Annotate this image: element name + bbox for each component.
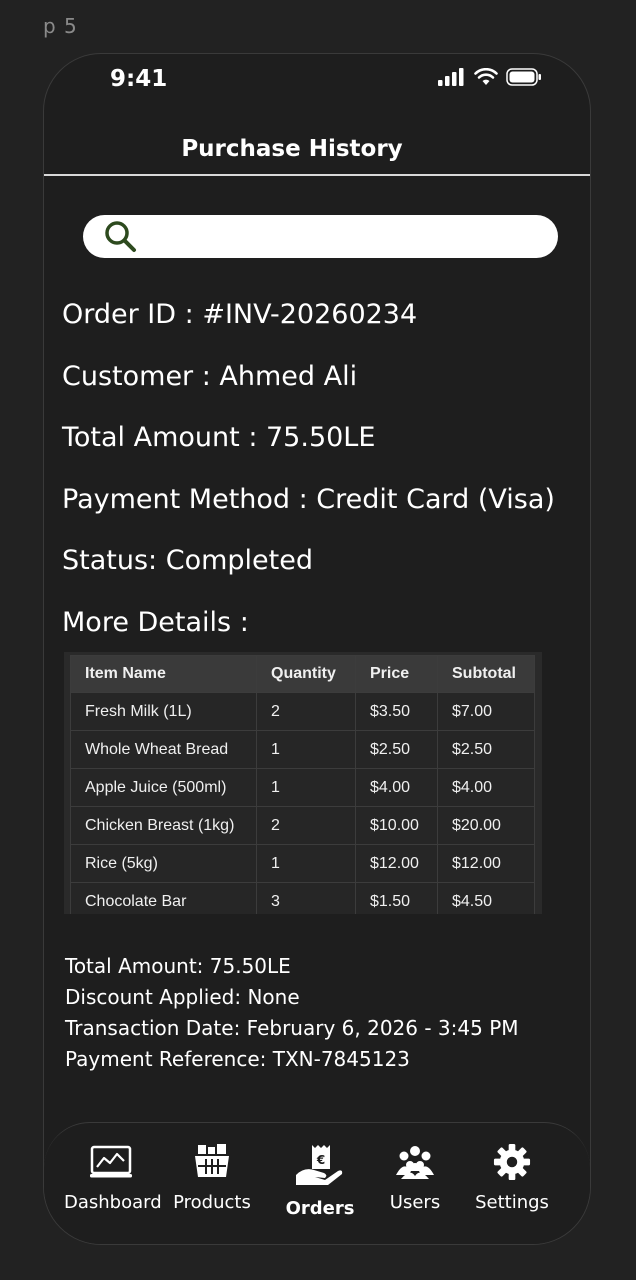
summary-discount: Discount Applied: None xyxy=(65,985,300,1009)
page-title: Purchase History xyxy=(181,136,403,162)
table-cell: 1 xyxy=(256,768,356,807)
table-row: Chicken Breast (1kg) 2 $10.00 $20.00 xyxy=(70,806,535,845)
table-cell: $7.00 xyxy=(437,692,535,731)
table-cell: $1.50 xyxy=(355,882,438,914)
table-row: Fresh Milk (1L) 2 $3.50 $7.00 xyxy=(70,692,535,731)
table-cell: $3.50 xyxy=(355,692,438,731)
table-cell: Fresh Milk (1L) xyxy=(70,692,257,731)
tab-label: Dashboard xyxy=(64,1192,162,1213)
search-input[interactable] xyxy=(83,215,558,258)
wifi-icon xyxy=(474,68,498,85)
table-cell: 1 xyxy=(256,730,356,769)
battery-icon xyxy=(506,68,541,86)
table-cell: Chocolate Bar xyxy=(70,882,257,914)
table-cell: Chicken Breast (1kg) xyxy=(70,806,257,845)
column-header: Item Name xyxy=(70,655,257,693)
table-cell: $20.00 xyxy=(437,806,535,845)
table-cell: $2.50 xyxy=(355,730,438,769)
tab-products[interactable]: Products xyxy=(169,1143,255,1213)
table-header-row: Item Name Quantity Price Subtotal xyxy=(70,655,535,693)
title-bar: Purchase History xyxy=(44,124,590,176)
dashboard-icon xyxy=(90,1145,132,1178)
table-cell: $12.00 xyxy=(355,844,438,883)
status-time: 9:41 xyxy=(110,66,168,92)
table-row: Apple Juice (500ml) 1 $4.00 $4.00 xyxy=(70,768,535,807)
total-amount: Total Amount : 75.50LE xyxy=(62,422,376,453)
table-row: Chocolate Bar 3 $1.50 $4.50 xyxy=(70,882,535,914)
column-header: Quantity xyxy=(256,655,356,693)
table-cell: 3 xyxy=(256,882,356,914)
table-cell: Rice (5kg) xyxy=(70,844,257,883)
table-cell: $4.00 xyxy=(355,768,438,807)
products-icon xyxy=(195,1144,229,1177)
table-row: Rice (5kg) 1 $12.00 $12.00 xyxy=(70,844,535,883)
table-row: Whole Wheat Bread 1 $2.50 $2.50 xyxy=(70,730,535,769)
table-cell: $4.50 xyxy=(437,882,535,914)
signal-icon xyxy=(438,68,464,86)
tab-label: Settings xyxy=(475,1192,549,1213)
table-cell: Whole Wheat Bread xyxy=(70,730,257,769)
svg-text:€: € xyxy=(316,1153,325,1167)
customer-name: Customer : Ahmed Ali xyxy=(62,361,358,392)
tab-users[interactable]: Users xyxy=(382,1143,448,1213)
table-cell: Apple Juice (500ml) xyxy=(70,768,257,807)
table-cell: $10.00 xyxy=(355,806,438,845)
column-header: Price xyxy=(355,655,438,693)
frame-label: p 5 xyxy=(43,14,78,38)
table-cell: 2 xyxy=(256,692,356,731)
items-table: Item Name Quantity Price Subtotal Fresh … xyxy=(70,655,535,914)
summary-date: Transaction Date: February 6, 2026 - 3:4… xyxy=(65,1016,519,1040)
order-id: Order ID : #INV-20260234 xyxy=(62,299,418,330)
table-cell: 2 xyxy=(256,806,356,845)
tab-dashboard[interactable]: Dashboard xyxy=(64,1143,162,1213)
status-icons xyxy=(438,68,542,86)
phone-frame: 9:41 Purchase History Order ID : #INV-20… xyxy=(43,53,591,1245)
bottom-tab-bar: Dashboard Products € Orders Users Settin… xyxy=(44,1122,590,1244)
search-icon[interactable] xyxy=(103,219,139,255)
items-table-image: Item Name Quantity Price Subtotal Fresh … xyxy=(64,652,542,914)
column-header: Subtotal xyxy=(437,655,535,693)
table-cell: $4.00 xyxy=(437,768,535,807)
summary-reference: Payment Reference: TXN-7845123 xyxy=(65,1047,410,1071)
tab-label: Orders xyxy=(285,1198,355,1219)
table-cell: $2.50 xyxy=(437,730,535,769)
table-cell: 1 xyxy=(256,844,356,883)
tab-settings[interactable]: Settings xyxy=(472,1143,552,1213)
tab-label: Users xyxy=(389,1192,441,1213)
orders-icon: € xyxy=(296,1145,343,1185)
payment-method: Payment Method : Credit Card (Visa) xyxy=(62,484,555,515)
order-summary: Total Amount: 75.50LE Discount Applied: … xyxy=(65,951,519,1075)
order-status: Status: Completed xyxy=(62,545,313,576)
table-cell: $12.00 xyxy=(437,844,535,883)
tab-orders[interactable]: € Orders xyxy=(284,1143,356,1219)
summary-total: Total Amount: 75.50LE xyxy=(65,954,291,978)
gear-icon xyxy=(493,1143,531,1181)
users-icon xyxy=(396,1146,434,1179)
more-details-label: More Details : xyxy=(62,607,249,638)
tab-label: Products xyxy=(173,1192,251,1213)
